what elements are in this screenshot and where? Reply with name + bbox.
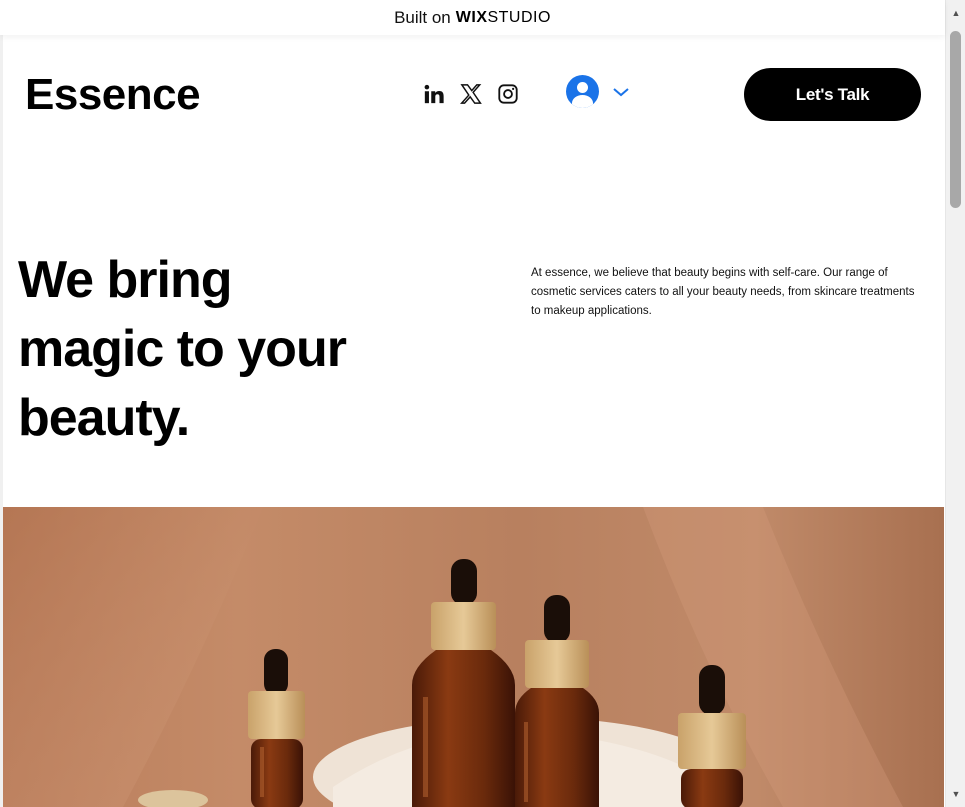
- scroll-down-arrow-icon[interactable]: ▼: [946, 785, 965, 803]
- scroll-up-arrow-icon[interactable]: ▲: [946, 4, 965, 22]
- hero-image-serum-bottles: [3, 507, 944, 807]
- x-icon[interactable]: [459, 82, 483, 106]
- member-menu[interactable]: [566, 75, 631, 108]
- lets-talk-button[interactable]: Let's Talk: [744, 68, 921, 121]
- chevron-down-icon[interactable]: [611, 82, 631, 102]
- instagram-icon[interactable]: [496, 82, 520, 106]
- social-bar: [422, 82, 520, 106]
- scrollbar[interactable]: ▲ ▼: [945, 0, 965, 807]
- wix-banner[interactable]: Built on WIX STUDIO: [0, 0, 945, 35]
- serum-bottles-illustration: [3, 507, 903, 807]
- wix-logo: WIX: [455, 8, 488, 26]
- studio-logo: STUDIO: [487, 8, 551, 26]
- headline-line: magic to your: [18, 320, 347, 378]
- linkedin-icon[interactable]: [422, 82, 446, 106]
- built-on-label: Built on: [394, 7, 451, 27]
- avatar-icon[interactable]: [566, 75, 599, 108]
- headline-line: We bring: [18, 251, 232, 309]
- hero-description: At essence, we believe that beauty begin…: [531, 267, 915, 317]
- site-logo[interactable]: Essence: [25, 70, 201, 120]
- headline-line: beauty.: [18, 389, 190, 447]
- hero-headline: We bring magic to your beauty.: [18, 246, 438, 453]
- scrollbar-thumb[interactable]: [950, 31, 961, 208]
